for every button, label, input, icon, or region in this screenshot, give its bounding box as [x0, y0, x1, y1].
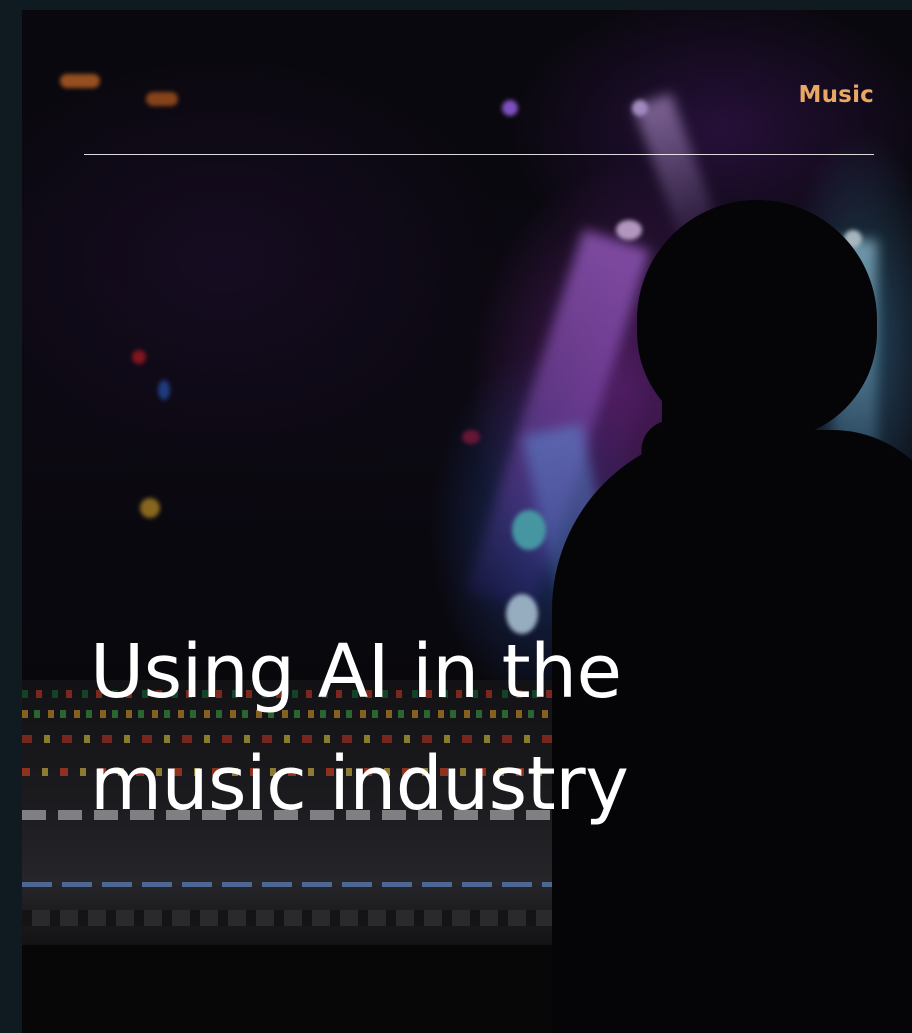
- article-title[interactable]: Using AI in the music industry: [90, 616, 790, 840]
- title-line-1: Using AI in the: [90, 629, 622, 715]
- page: Music Using AI in the music industry: [0, 0, 912, 1033]
- divider: [84, 154, 874, 155]
- background-image: [22, 10, 912, 1033]
- article-card[interactable]: Music Using AI in the music industry: [22, 10, 912, 1033]
- title-line-2: music industry: [90, 741, 629, 827]
- category-label[interactable]: Music: [799, 82, 874, 108]
